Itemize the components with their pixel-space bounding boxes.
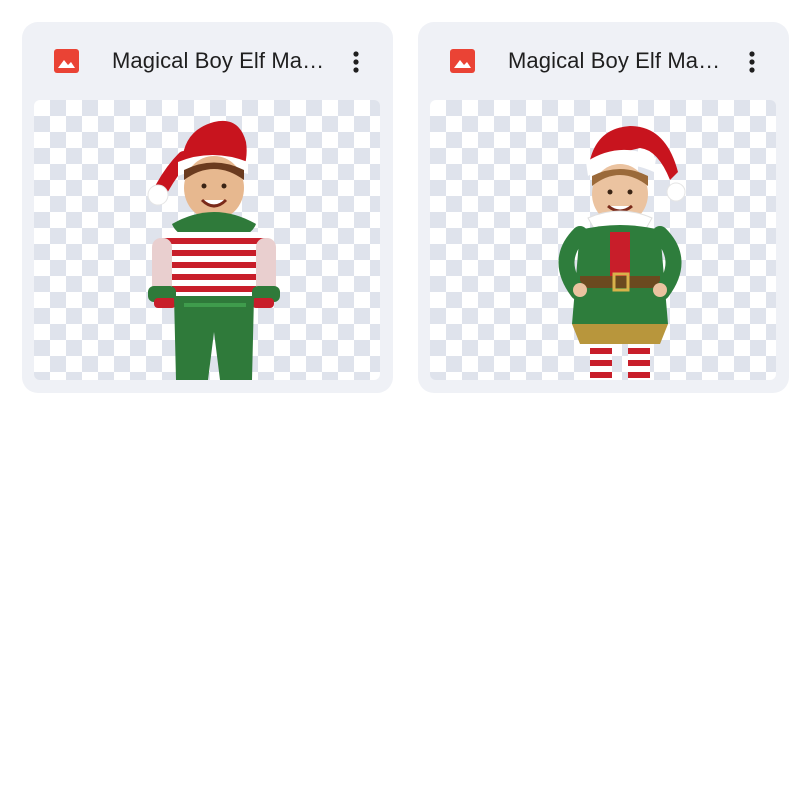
more-options-button[interactable] — [338, 44, 374, 80]
file-title[interactable]: Magical Boy Elf Magical Boy Elf Mockup — [112, 48, 326, 74]
elf-boy-striped-outfit-image — [147, 120, 280, 380]
file-thumbnail[interactable] — [34, 100, 380, 380]
more-options-button[interactable] — [734, 44, 770, 80]
image-file-icon — [450, 49, 475, 73]
file-card-header: Magical Boy Elf Magical Boy Elf Mockup — [22, 22, 393, 100]
elf-boy-green-tunic-image — [558, 126, 686, 380]
image-file-icon — [54, 49, 79, 73]
file-card[interactable]: Magical Boy Elf Magical Boy Elf Mockup — [418, 22, 789, 393]
more-vert-icon — [749, 51, 755, 73]
more-vert-icon — [353, 51, 359, 73]
file-title[interactable]: Magical Boy Elf Magical Boy Elf Mockup — [508, 48, 722, 74]
file-thumbnail[interactable] — [430, 100, 776, 380]
file-card[interactable]: Magical Boy Elf Magical Boy Elf Mockup — [22, 22, 393, 393]
file-card-header: Magical Boy Elf Magical Boy Elf Mockup — [418, 22, 789, 100]
